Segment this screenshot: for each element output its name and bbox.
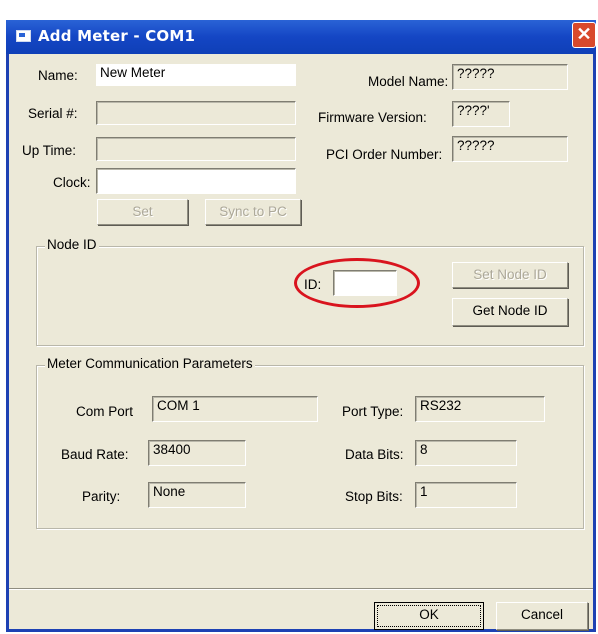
set-node-id-button[interactable]: Set Node ID bbox=[452, 262, 568, 288]
com-port-field: COM 1 bbox=[152, 396, 318, 422]
serial-field bbox=[96, 101, 296, 125]
data-bits-field: 8 bbox=[415, 440, 517, 466]
node-id-group-title: Node ID bbox=[45, 237, 99, 252]
get-node-id-label: Get Node ID bbox=[472, 303, 548, 318]
ok-label: OK bbox=[419, 607, 439, 622]
get-node-id-button[interactable]: Get Node ID bbox=[452, 298, 568, 326]
model-name-label: Model Name: bbox=[368, 74, 449, 89]
pci-order-number-field: ????? bbox=[452, 136, 568, 162]
baud-rate-field: 38400 bbox=[148, 440, 246, 466]
cancel-label: Cancel bbox=[520, 607, 564, 622]
title-bar[interactable]: Add Meter - COM1 ✕ bbox=[6, 20, 596, 54]
serial-label: Serial #: bbox=[28, 106, 78, 121]
port-type-field: RS232 bbox=[415, 396, 545, 422]
parity-label: Parity: bbox=[82, 489, 121, 504]
data-bits-label: Data Bits: bbox=[345, 447, 404, 462]
firmware-version-label: Firmware Version: bbox=[318, 110, 427, 125]
parity-field: None bbox=[148, 482, 246, 508]
name-field[interactable]: New Meter bbox=[96, 64, 296, 86]
firmware-version-field: ????' bbox=[452, 101, 510, 127]
sync-to-pc-label: Sync to PC bbox=[219, 204, 287, 219]
comm-params-group-title: Meter Communication Parameters bbox=[45, 356, 255, 371]
set-clock-button[interactable]: Set bbox=[97, 199, 188, 225]
baud-rate-label: Baud Rate: bbox=[61, 447, 129, 462]
node-id-label: ID: bbox=[304, 277, 322, 292]
pci-order-number-label: PCI Order Number: bbox=[326, 147, 443, 162]
footer-separator bbox=[9, 588, 593, 590]
set-clock-label: Set bbox=[132, 204, 153, 219]
stop-bits-field: 1 bbox=[415, 482, 517, 508]
stop-bits-label: Stop Bits: bbox=[345, 489, 403, 504]
cancel-button[interactable]: Cancel bbox=[496, 602, 588, 630]
node-id-group: Node ID bbox=[36, 237, 584, 346]
window-title: Add Meter - COM1 bbox=[38, 27, 196, 45]
port-type-label: Port Type: bbox=[342, 404, 404, 419]
name-label: Name: bbox=[38, 68, 78, 83]
window-app-icon bbox=[16, 30, 31, 42]
close-icon[interactable]: ✕ bbox=[572, 22, 596, 48]
model-name-field: ????? bbox=[452, 64, 568, 90]
clock-field[interactable] bbox=[96, 168, 296, 194]
node-id-field[interactable] bbox=[333, 270, 397, 296]
sync-to-pc-button[interactable]: Sync to PC bbox=[205, 199, 301, 225]
uptime-field bbox=[96, 137, 296, 161]
ok-button[interactable]: OK bbox=[374, 602, 484, 630]
uptime-label: Up Time: bbox=[22, 143, 77, 158]
com-port-label: Com Port bbox=[76, 404, 134, 419]
set-node-id-label: Set Node ID bbox=[473, 267, 547, 282]
clock-label: Clock: bbox=[53, 175, 91, 190]
